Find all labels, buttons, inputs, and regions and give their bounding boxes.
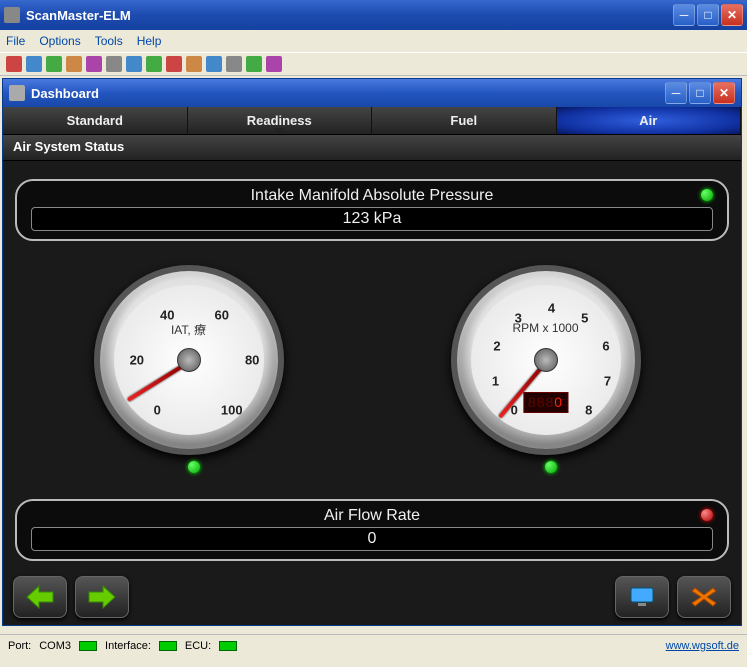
- toolbar-icon[interactable]: [26, 56, 42, 72]
- app-icon: [4, 7, 20, 23]
- rpm-digital: 8880: [523, 392, 568, 413]
- monitor-button[interactable]: [615, 576, 669, 618]
- gauge-tick: 4: [548, 301, 555, 316]
- airflow-led-icon: [701, 509, 713, 521]
- status-link[interactable]: www.wgsoft.de: [666, 640, 739, 652]
- menu-options[interactable]: Options: [39, 34, 80, 48]
- status-port-value: COM3: [39, 640, 71, 652]
- tabs: Standard Readiness Fuel Air: [3, 107, 741, 135]
- gauge-tick: 100: [221, 403, 243, 418]
- arrow-right-icon: [87, 584, 117, 610]
- iat-led-icon: [188, 461, 200, 473]
- gauge-tick: 6: [602, 339, 609, 354]
- monitor-icon: [627, 584, 657, 610]
- menu-help[interactable]: Help: [137, 34, 162, 48]
- toolbar-icon[interactable]: [226, 56, 242, 72]
- gauge-tick: 5: [581, 311, 588, 326]
- toolbar-icon[interactable]: [246, 56, 262, 72]
- toolbar-icon[interactable]: [206, 56, 222, 72]
- tab-air[interactable]: Air: [557, 107, 742, 134]
- iat-gauge-label: IAT, 療: [100, 321, 278, 338]
- gauge-tick: 2: [493, 339, 500, 354]
- rpm-led-icon: [545, 461, 557, 473]
- toolbar: [0, 52, 747, 76]
- gauge-tick: 7: [604, 374, 611, 389]
- intake-value: 123 kPa: [31, 207, 713, 231]
- menubar: File Options Tools Help: [0, 30, 747, 52]
- intake-title: Intake Manifold Absolute Pressure: [31, 187, 713, 205]
- maximize-button[interactable]: □: [697, 4, 719, 26]
- dashboard-maximize-button[interactable]: □: [689, 82, 711, 104]
- next-button[interactable]: [75, 576, 129, 618]
- arrow-left-icon: [25, 584, 55, 610]
- rpm-gauge-label: RPM x 1000: [457, 321, 635, 335]
- gauge-tick: 80: [245, 352, 259, 367]
- dashboard-icon: [9, 85, 25, 101]
- gauge-tick: 20: [130, 352, 144, 367]
- tab-readiness[interactable]: Readiness: [188, 107, 373, 134]
- toolbar-icon[interactable]: [126, 56, 142, 72]
- prev-button[interactable]: [13, 576, 67, 618]
- dashboard-titlebar: Dashboard ─ □ ✕: [3, 79, 741, 107]
- dashboard-close-button[interactable]: ✕: [713, 82, 735, 104]
- cancel-button[interactable]: [677, 576, 731, 618]
- toolbar-icon[interactable]: [186, 56, 202, 72]
- airflow-panel: Air Flow Rate 0: [15, 499, 729, 561]
- airflow-value: 0: [31, 527, 713, 551]
- menu-tools[interactable]: Tools: [95, 34, 123, 48]
- toolbar-icon[interactable]: [106, 56, 122, 72]
- close-x-icon: [689, 584, 719, 610]
- toolbar-icon[interactable]: [166, 56, 182, 72]
- toolbar-icon[interactable]: [66, 56, 82, 72]
- menu-file[interactable]: File: [6, 34, 25, 48]
- tab-fuel[interactable]: Fuel: [372, 107, 557, 134]
- app-titlebar: ScanMaster-ELM ─ □ ✕: [0, 0, 747, 30]
- statusbar: Port: COM3 Interface: ECU: www.wgsoft.de: [0, 634, 747, 656]
- rpm-gauge: RPM x 1000 012345678 8880: [451, 265, 651, 475]
- ecu-led-icon: [219, 641, 237, 651]
- gauge-hub-icon: [177, 348, 201, 372]
- status-port-label: Port:: [8, 640, 31, 652]
- intake-panel: Intake Manifold Absolute Pressure 123 kP…: [15, 179, 729, 241]
- toolbar-icon[interactable]: [46, 56, 62, 72]
- port-led-icon: [79, 641, 97, 651]
- toolbar-icon[interactable]: [146, 56, 162, 72]
- airflow-title: Air Flow Rate: [31, 507, 713, 525]
- close-button[interactable]: ✕: [721, 4, 743, 26]
- toolbar-icon[interactable]: [266, 56, 282, 72]
- dashboard-window: Dashboard ─ □ ✕ Standard Readiness Fuel …: [2, 78, 742, 626]
- dashboard-minimize-button[interactable]: ─: [665, 82, 687, 104]
- dashboard-title: Dashboard: [31, 86, 99, 101]
- minimize-button[interactable]: ─: [673, 4, 695, 26]
- toolbar-icon[interactable]: [6, 56, 22, 72]
- gauge-tick: 40: [160, 307, 174, 322]
- iat-gauge: IAT, 療 0 20 40 60 80 100: [94, 265, 294, 475]
- gauges-row: IAT, 療 0 20 40 60 80 100 RPM x 1000 0 1 23 4 56 78: [15, 255, 729, 485]
- gauge-hub-icon: [534, 348, 558, 372]
- gauge-tick: 3: [515, 311, 522, 326]
- status-ecu-label: ECU:: [185, 640, 211, 652]
- status-interface-label: Interface:: [105, 640, 151, 652]
- subtitle: Air System Status: [3, 135, 741, 161]
- gauge-tick: 60: [214, 307, 228, 322]
- intake-led-icon: [701, 189, 713, 201]
- app-title: ScanMaster-ELM: [26, 8, 131, 23]
- gauge-tick: 8: [585, 403, 592, 418]
- tab-standard[interactable]: Standard: [3, 107, 188, 134]
- gauge-tick: 0: [154, 403, 161, 418]
- interface-led-icon: [159, 641, 177, 651]
- gauge-tick: 1: [492, 374, 499, 389]
- bottom-bar: [3, 569, 741, 625]
- toolbar-icon[interactable]: [86, 56, 102, 72]
